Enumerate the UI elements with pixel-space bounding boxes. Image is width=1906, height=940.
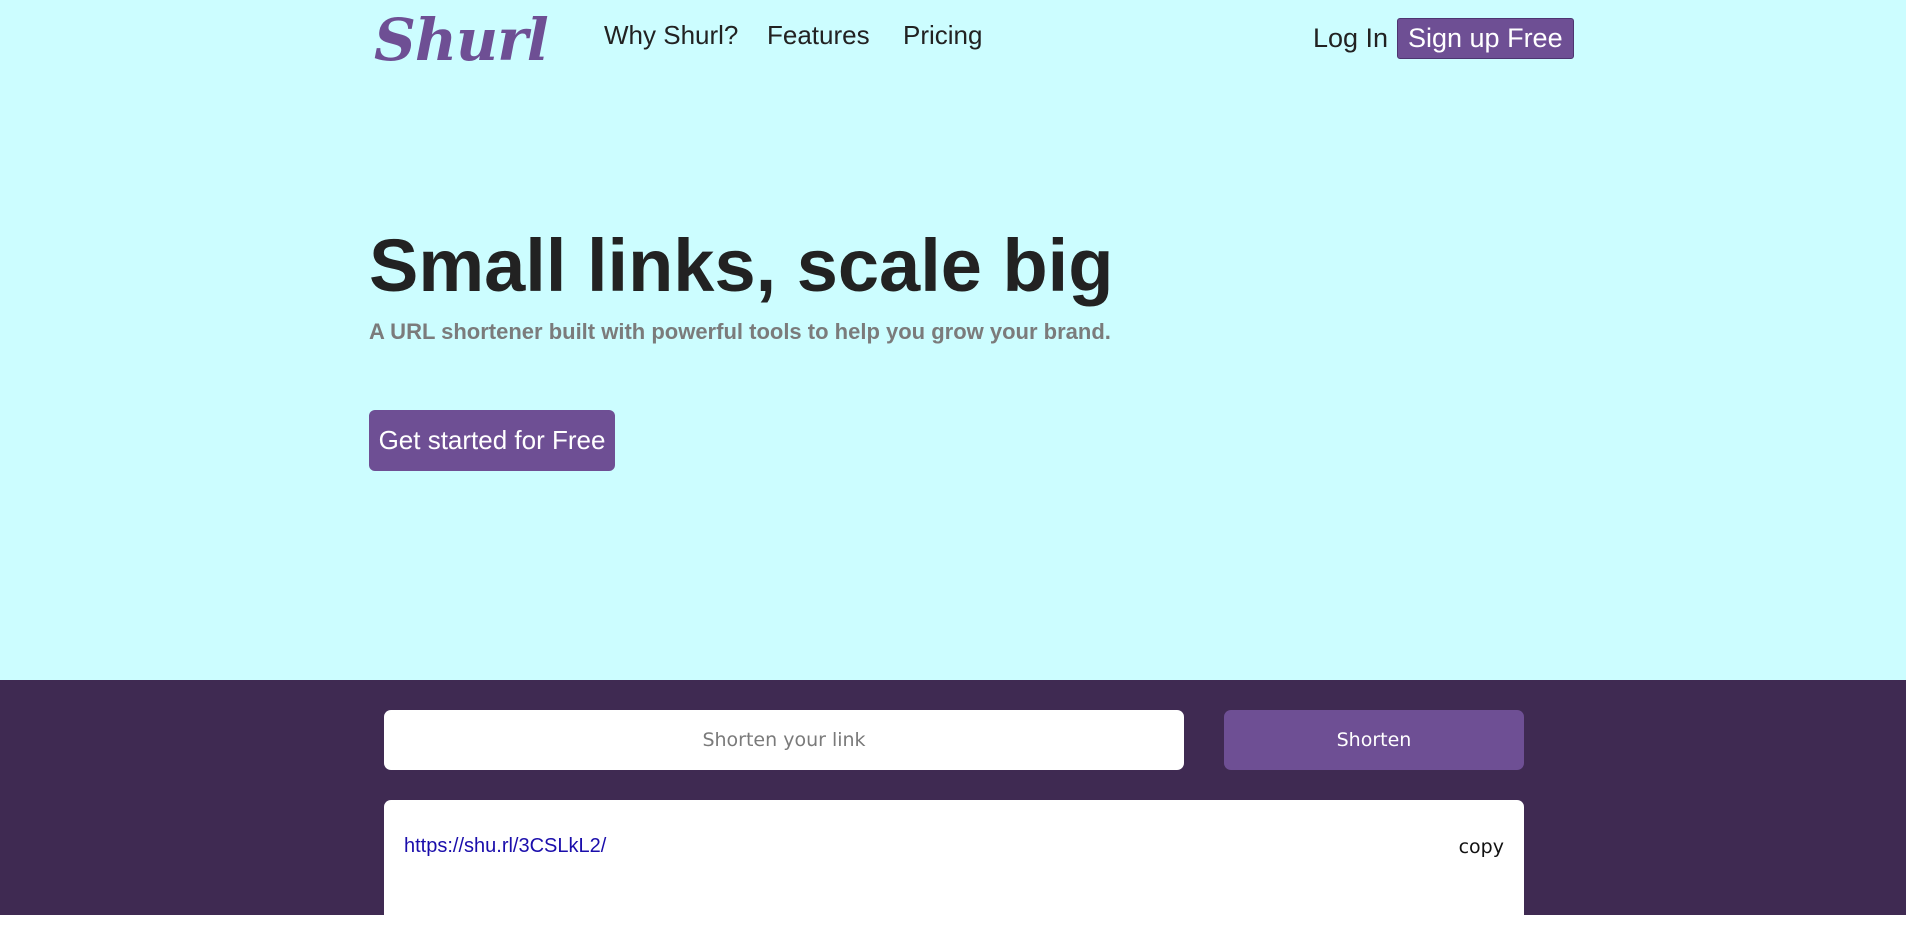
nav-features[interactable]: Features bbox=[767, 18, 870, 52]
login-link[interactable]: Log In bbox=[1313, 21, 1388, 55]
copy-button[interactable]: copy bbox=[1459, 834, 1504, 860]
shurl-logo[interactable]: Shurl bbox=[374, 6, 549, 74]
shorten-link-input[interactable] bbox=[384, 710, 1184, 770]
signup-button[interactable]: Sign up Free bbox=[1397, 18, 1574, 59]
result-card: https://shu.rl/3CSLkL2/ copy bbox=[384, 800, 1524, 940]
hero-headline: Small links, scale big bbox=[369, 224, 1114, 307]
hero-section: Shurl Why Shurl? Features Pricing Log In… bbox=[0, 0, 1906, 680]
short-url-link[interactable]: https://shu.rl/3CSLkL2/ bbox=[404, 834, 606, 858]
hero-subheadline: A URL shortener built with powerful tool… bbox=[369, 319, 1111, 344]
nav-why-shurl[interactable]: Why Shurl? bbox=[604, 18, 738, 52]
shortener-section: Shorten https://shu.rl/3CSLkL2/ copy bbox=[0, 680, 1906, 940]
get-started-button[interactable]: Get started for Free bbox=[369, 410, 615, 471]
shorten-button[interactable]: Shorten bbox=[1224, 710, 1524, 770]
nav-pricing[interactable]: Pricing bbox=[903, 18, 982, 52]
